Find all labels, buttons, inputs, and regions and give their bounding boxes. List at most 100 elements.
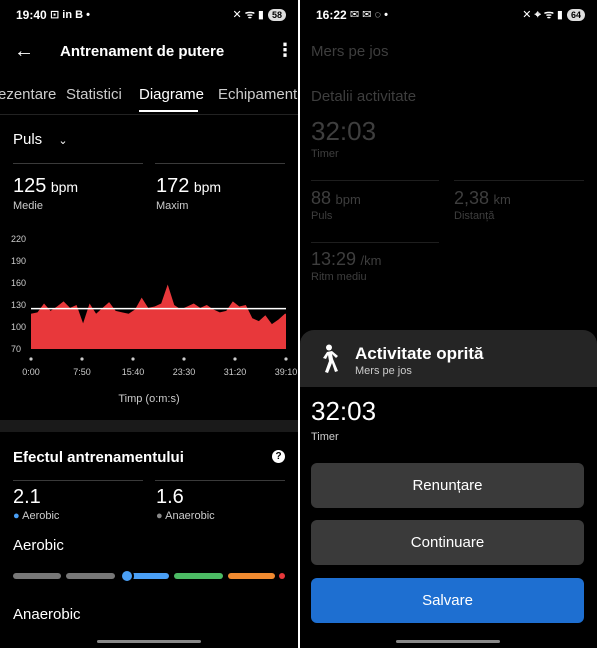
gesture-bar[interactable] [97,640,201,643]
x-tick-dot [182,357,186,361]
aerobic-scale-segment-1 [13,573,61,579]
aerobic-dot-icon: ● [13,510,20,522]
metric-selector-label: Puls [13,131,43,148]
x-tick-label: 23:30 [173,367,196,377]
sheet-header: Activitate oprită Mers pe jos [300,330,597,387]
tab-equipment[interactable]: Echipament [218,86,297,103]
save-button[interactable]: Salvare [311,578,584,623]
bg-pace-unit: /km [360,253,382,268]
aerobic-scale-segment-6 [279,573,285,579]
timer-label: Timer [311,431,339,443]
status-system-icons: ✕ ⌖ ᯤ ▮ 64 [522,7,585,22]
y-tick-label: 160 [11,278,26,288]
bg-distance-label: Distanță [454,210,495,222]
y-tick-label: 130 [11,300,26,310]
tab-charts[interactable]: Diagrame [139,86,204,103]
y-tick-label: 70 [11,344,21,354]
left-screen: 19:40 ⊡ in B • ✕ ᯤ ▮ 58 ← Antrenament de… [0,0,298,648]
avg-stat: 125 bpm Medie [13,175,78,212]
status-bar: 19:40 ⊡ in B • ✕ ᯤ ▮ 58 [0,0,298,28]
aerobic-value: 2.1 [13,486,41,508]
x-tick-label: 7:50 [73,367,91,377]
bg-pace-value: 13:29 [311,249,357,269]
metric-selector[interactable]: Puls ⌄ [13,131,68,148]
anaerobic-label: Anaerobic [165,510,215,522]
sheet-title: Activitate oprită [355,344,484,363]
anaerobic-value: 1.6 [156,486,184,508]
x-tick-dot [284,357,288,361]
bg-title: Mers pe jos [311,43,389,60]
page-title: Antrenament de putere [60,43,225,60]
status-time: 16:22 [316,8,347,22]
bg-pulse: 88 bpm Puls [311,188,361,222]
y-tick-label: 100 [11,322,26,332]
tab-statistics[interactable]: Statistici [66,86,122,103]
help-icon[interactable]: ? [272,450,285,463]
aerobic-scale-marker [120,569,135,583]
signal-icons: ✕ ᯤ ▮ [232,9,264,21]
x-tick-dot [233,357,237,361]
max-stat: 172 bpm Maxim [156,175,221,212]
bg-pulse-unit: bpm [335,192,361,207]
bottom-sheet: Activitate oprită Mers pe jos 32:03 Time… [300,330,597,648]
y-tick-label: 220 [11,234,26,244]
right-screen: 16:22 ✉ ✉ ◌ • ✕ ⌖ ᯤ ▮ 64 Mers pe jos Det… [300,0,597,648]
status-system-icons: ✕ ᯤ ▮ 58 [233,7,286,22]
battery-icon: 58 [267,8,286,21]
bg-pace: 13:29 /km Ritm mediu [311,249,381,283]
aerobic-scale-segment-5 [228,573,275,579]
x-axis-title: Timp (o:m:s) [118,393,180,405]
status-notification-icons: ⊡ in B • [50,9,90,21]
signal-icons: ✕ ⌖ ᯤ ▮ [522,9,563,21]
y-tick-label: 190 [11,256,26,266]
x-tick-label: 15:40 [122,367,145,377]
max-label: Maxim [156,200,189,212]
status-notification-icons: ✉ ✉ ◌ • [350,9,388,21]
back-arrow-icon[interactable]: ← [14,40,34,63]
aerobic-scale [13,569,288,583]
walking-icon [323,344,338,373]
x-tick-dot [131,357,135,361]
max-unit: bpm [193,179,222,195]
tab-active-indicator [139,110,198,112]
heart-rate-chart: 220 190 160 130 100 70 0:00 7:50 15:40 23:30 31:20… [11,234,298,377]
bg-timer-label: Timer [311,148,339,160]
bg-distance-value: 2,38 [454,188,490,208]
bg-distance: 2,38 km Distanță [454,188,511,222]
aerobic-heading: Aerobic [13,537,64,554]
x-tick-label: 31:20 [224,367,247,377]
anaerobic-stat: 1.6 ● Anaerobic [156,486,215,522]
aerobic-scale-segment-2 [66,573,115,579]
sheet-subtitle: Mers pe jos [355,365,412,377]
chevron-down-icon: ⌄ [58,135,68,147]
status-bar: 16:22 ✉ ✉ ◌ • ✕ ⌖ ᯤ ▮ 64 [300,0,597,28]
anaerobic-heading: Anaerobic [13,606,81,623]
bg-pulse-value: 88 [311,188,332,208]
heart-rate-area [31,284,286,349]
cancel-button[interactable]: Renunțare [311,463,584,508]
bg-pulse-label: Puls [311,210,333,222]
tab-overview[interactable]: ezentare [0,86,56,103]
aerobic-stat: 2.1 ● Aerobic [13,486,59,522]
bg-pace-label: Ritm mediu [311,271,367,283]
anaerobic-dot-icon: ● [156,510,163,522]
continue-button[interactable]: Continuare [311,520,584,565]
bg-section-title: Detalii activitate [311,88,417,105]
aerobic-label: Aerobic [22,510,60,522]
gesture-bar[interactable] [396,640,500,643]
avg-label: Medie [13,200,43,212]
bg-timer-value: 32:03 [311,116,377,146]
x-tick-label: 39:10 [275,367,298,377]
training-effect-title: Efectul antrenamentului [13,449,184,466]
more-options-icon[interactable]: ⋮ [276,40,294,61]
bg-distance-unit: km [493,192,511,207]
max-value: 172 [156,175,190,197]
x-tick-dot [29,357,33,361]
avg-unit: bpm [50,179,79,195]
avg-value: 125 [13,175,47,197]
battery-icon: 64 [566,8,585,21]
aerobic-scale-segment-4 [174,573,223,579]
status-time: 19:40 [16,8,47,22]
timer-value: 32:03 [311,396,377,426]
x-tick-dot [80,357,84,361]
